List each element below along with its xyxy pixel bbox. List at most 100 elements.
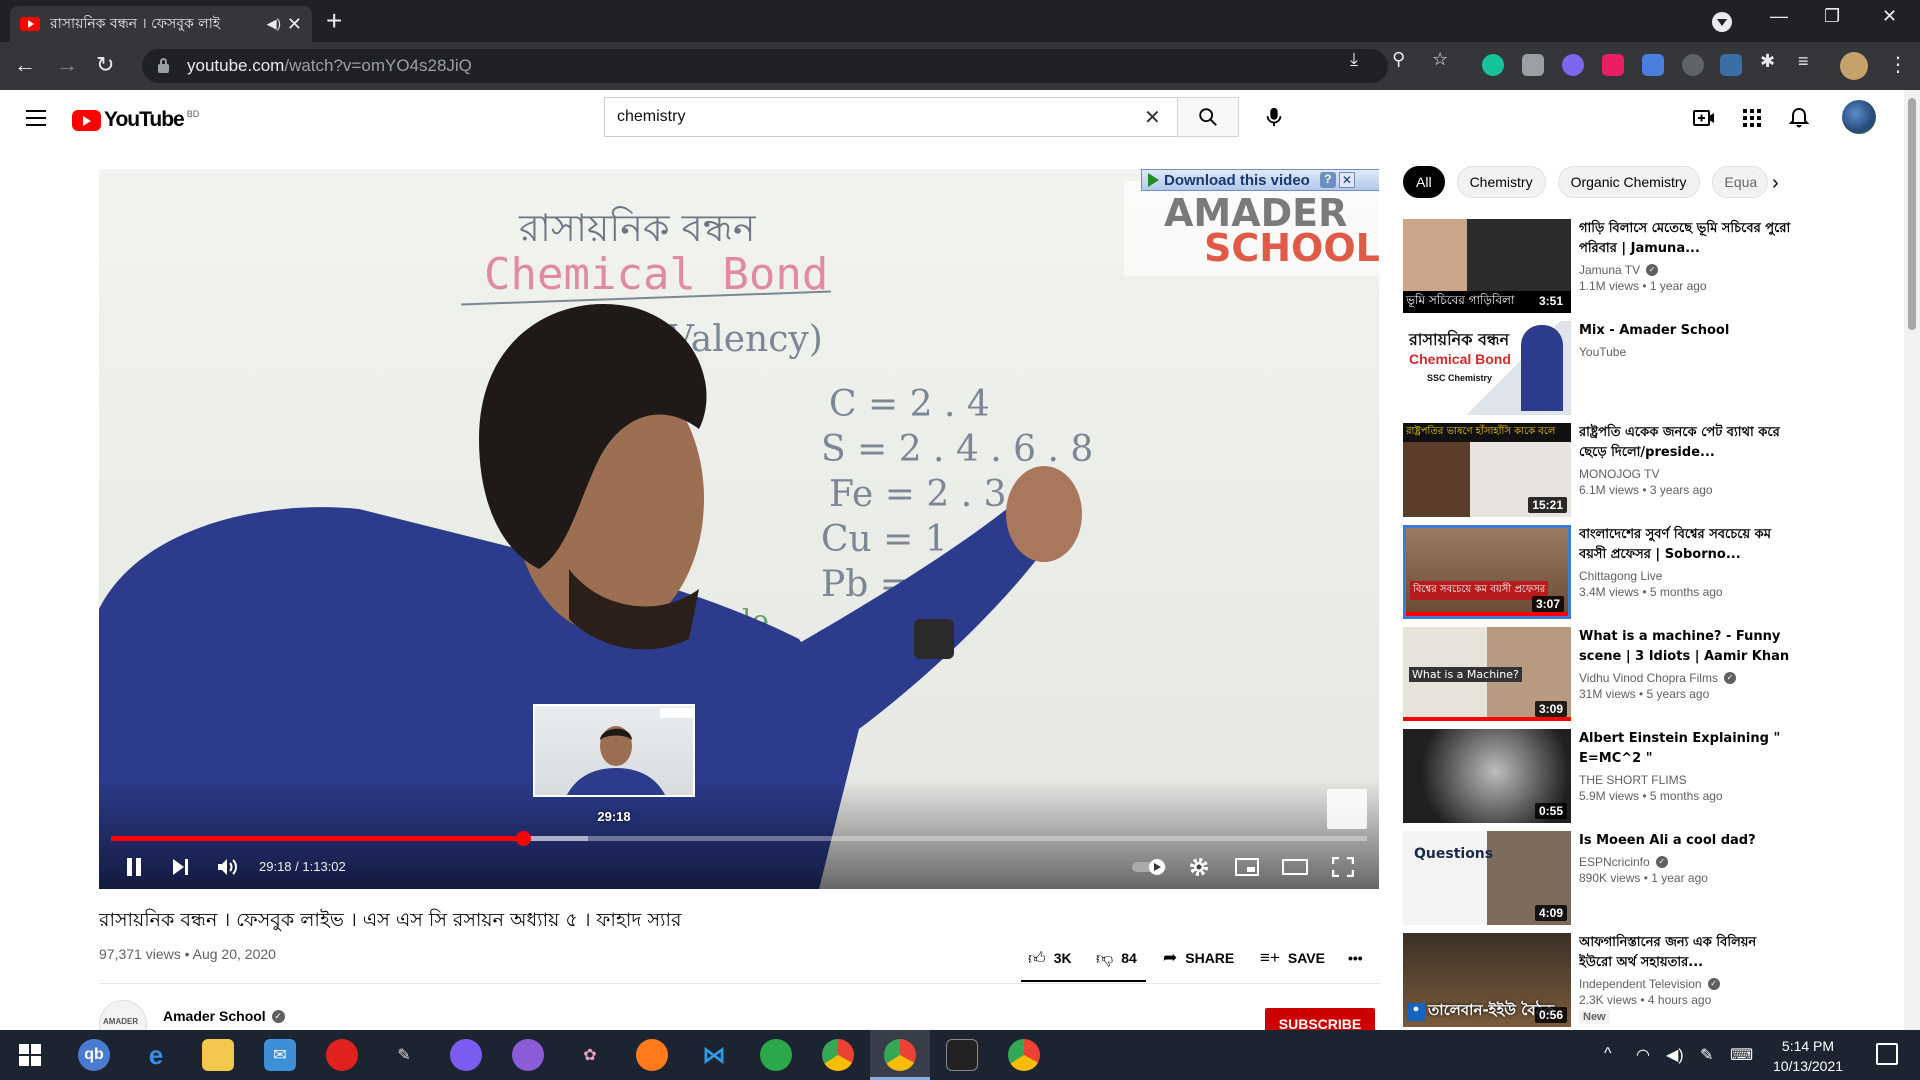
recommendation-item[interactable]: রাসায়নিক বন্ধন Chemical Bond SSC Chemistr…: [1403, 321, 1793, 415]
rec-thumbnail[interactable]: রাষ্ট্রপতির ভাষণে হাঁসাহাঁসি কাকে বলে 15:…: [1403, 423, 1571, 517]
speaker-icon[interactable]: ◀): [267, 16, 281, 32]
help-icon[interactable]: ?: [1319, 172, 1336, 188]
clear-search-icon[interactable]: ✕: [1144, 105, 1161, 130]
filter-chip[interactable]: Chemistry: [1456, 166, 1546, 198]
rec-title[interactable]: বাংলাদেশের সুবর্ণ বিশ্বের সবচেয়ে কম বয়…: [1579, 525, 1791, 565]
rec-channel[interactable]: YouTube: [1579, 345, 1626, 359]
zoom-icon[interactable]: ⚲: [1392, 49, 1405, 70]
filter-chip[interactable]: All: [1403, 166, 1445, 198]
pause-button[interactable]: [119, 853, 149, 881]
window-close-icon[interactable]: ✕: [1882, 6, 1897, 27]
minimize-icon[interactable]: —: [1770, 6, 1788, 27]
apps-grid-icon[interactable]: [1736, 102, 1768, 134]
grammarly-extension-icon[interactable]: [1482, 54, 1504, 76]
rec-thumbnail[interactable]: 0:55: [1403, 729, 1571, 823]
rec-info[interactable]: What is a machine? - Funny scene | 3 Idi…: [1579, 627, 1791, 701]
file-explorer-icon[interactable]: [202, 1039, 234, 1071]
rec-title[interactable]: রাষ্ট্রপতি একেক জনকে পেট ব্যাথা করে ছেড়…: [1579, 423, 1791, 463]
channel-name[interactable]: Amader School: [163, 1008, 266, 1024]
page-scrollbar[interactable]: [1904, 90, 1920, 1030]
rec-info[interactable]: বাংলাদেশের সুবর্ণ বিশ্বের সবচেয়ে কম বয়…: [1579, 525, 1791, 599]
rec-info[interactable]: রাষ্ট্রপতি একেক জনকে পেট ব্যাথা করে ছেড়…: [1579, 423, 1791, 497]
rec-thumbnail[interactable]: What is a Machine? 3:09: [1403, 627, 1571, 721]
rec-thumbnail[interactable]: Questions 4:09: [1403, 831, 1571, 925]
rec-thumbnail[interactable]: তালেবান-ইইউ বৈঠক ● 0:56: [1403, 933, 1571, 1027]
terminal-icon[interactable]: [946, 1039, 978, 1071]
more-actions-button[interactable]: •••: [1348, 944, 1363, 972]
lock-icon[interactable]: [158, 57, 169, 73]
vscode-icon[interactable]: ⋈: [698, 1039, 730, 1071]
extension-icon[interactable]: [1682, 54, 1704, 76]
rec-channel[interactable]: THE SHORT FLIMS: [1579, 773, 1687, 787]
address-bar[interactable]: youtube.com /watch?v=omYO4s28JiQ: [142, 49, 1388, 83]
reload-icon[interactable]: ↻: [96, 52, 114, 78]
search-box[interactable]: [604, 97, 1177, 137]
theater-mode-button[interactable]: [1280, 853, 1310, 881]
rec-channel[interactable]: Independent Television: [1579, 977, 1702, 991]
like-button[interactable]: 👍︎ 3K: [1028, 944, 1072, 972]
messenger-icon[interactable]: [450, 1039, 482, 1071]
rec-thumbnail[interactable]: রাসায়নিক বন্ধন Chemical Bond SSC Chemistr…: [1403, 321, 1571, 415]
notification-center-icon[interactable]: [1876, 1043, 1898, 1065]
system-clock[interactable]: 5:14 PM 10/13/2021: [1758, 1036, 1858, 1076]
rec-channel[interactable]: Chittagong Live: [1579, 569, 1662, 583]
install-icon[interactable]: ⤓: [1350, 49, 1358, 70]
browser-tab-active[interactable]: রাসায়নিক বন্ধন । ফেসবুক লাই ◀) ✕: [10, 6, 312, 42]
opera-icon[interactable]: [326, 1039, 358, 1071]
github-desktop-icon[interactable]: [512, 1039, 544, 1071]
scrollbar-thumb[interactable]: [1908, 98, 1916, 330]
colorzilla-extension-icon[interactable]: [1562, 54, 1584, 76]
new-tab-button[interactable]: +: [326, 6, 342, 36]
rec-channel[interactable]: ESPNcricinfo: [1579, 855, 1650, 869]
download-video-bar[interactable]: Download this video ? ✕: [1141, 169, 1379, 191]
media-control-icon[interactable]: ≡: [1798, 51, 1809, 72]
inkscape-icon[interactable]: ✎: [388, 1039, 420, 1071]
save-button[interactable]: ≡+ SAVE: [1260, 944, 1325, 972]
forward-icon[interactable]: →: [56, 52, 78, 78]
filter-chip[interactable]: Organic Chemistry: [1557, 166, 1700, 198]
chrome-profile-1-icon[interactable]: [822, 1039, 854, 1071]
filter-chip[interactable]: Equa: [1711, 166, 1768, 198]
progress-scrubber-handle[interactable]: [515, 831, 531, 846]
recommendation-item[interactable]: বিশ্বের সবচেয়ে কম বয়সী প্রফেসর 3:07 বাংল…: [1403, 525, 1793, 619]
rec-info[interactable]: Albert Einstein Explaining " E=MC^2 " THE…: [1579, 729, 1791, 803]
fullscreen-button[interactable]: [1328, 853, 1358, 881]
miniplayer-button[interactable]: [1232, 853, 1262, 881]
camera-extension-icon[interactable]: [1522, 54, 1544, 76]
rec-thumbnail[interactable]: ভূমি সচিবের গাড়িবিলা 3:51: [1403, 219, 1571, 313]
wifi-icon[interactable]: ◠: [1636, 1045, 1650, 1065]
back-icon[interactable]: ←: [14, 52, 36, 78]
download-label[interactable]: Download this video: [1164, 172, 1310, 189]
search-button[interactable]: [1177, 97, 1239, 137]
chrome-profile-2-icon[interactable]: [1008, 1039, 1040, 1071]
pen-extension-icon[interactable]: [1720, 54, 1742, 76]
settings-button[interactable]: [1184, 853, 1214, 881]
create-video-icon[interactable]: [1688, 102, 1720, 134]
pen-tray-icon[interactable]: ✎: [1700, 1045, 1713, 1065]
volume-tray-icon[interactable]: ◀): [1666, 1045, 1684, 1065]
voice-search-button[interactable]: [1254, 97, 1294, 137]
show-hidden-icons-chevron-icon[interactable]: ^: [1604, 1045, 1612, 1063]
share-button[interactable]: ➦ SHARE: [1163, 944, 1234, 972]
close-download-bar-icon[interactable]: ✕: [1338, 172, 1355, 188]
tab-search-icon[interactable]: [1712, 12, 1732, 32]
rec-channel[interactable]: Jamuna TV: [1579, 263, 1640, 277]
recommendation-item[interactable]: What is a Machine? 3:09 What is a machine?…: [1403, 627, 1793, 721]
mail-icon[interactable]: ✉: [264, 1039, 296, 1071]
chrome-active-icon[interactable]: [884, 1039, 916, 1071]
recommendation-item[interactable]: ভূমি সচিবের গাড়িবিলা 3:51 গাড়ি বিলাসে মে…: [1403, 219, 1793, 313]
download-extension-icon[interactable]: [1642, 54, 1664, 76]
chrome-profile-avatar[interactable]: [1840, 52, 1868, 80]
menu-icon[interactable]: [26, 110, 46, 126]
volume-button[interactable]: [213, 853, 243, 881]
channel-name-row[interactable]: Amader School ✓: [163, 1008, 285, 1024]
firefox-icon[interactable]: [636, 1039, 668, 1071]
progress-bar[interactable]: [111, 831, 1367, 846]
chrome-menu-icon[interactable]: ⋮: [1888, 52, 1908, 77]
user-avatar[interactable]: [1842, 100, 1876, 134]
rec-info[interactable]: গাড়ি বিলাসে মেতেছে ভূমি সচিবের পুরো পরি…: [1579, 219, 1791, 293]
keyboard-icon[interactable]: ⌨: [1730, 1045, 1753, 1065]
rec-channel[interactable]: Vidhu Vinod Chopra Films: [1579, 671, 1718, 685]
tab-close-icon[interactable]: ✕: [287, 14, 302, 35]
puzzle-extensions-icon[interactable]: ✱: [1760, 51, 1775, 72]
